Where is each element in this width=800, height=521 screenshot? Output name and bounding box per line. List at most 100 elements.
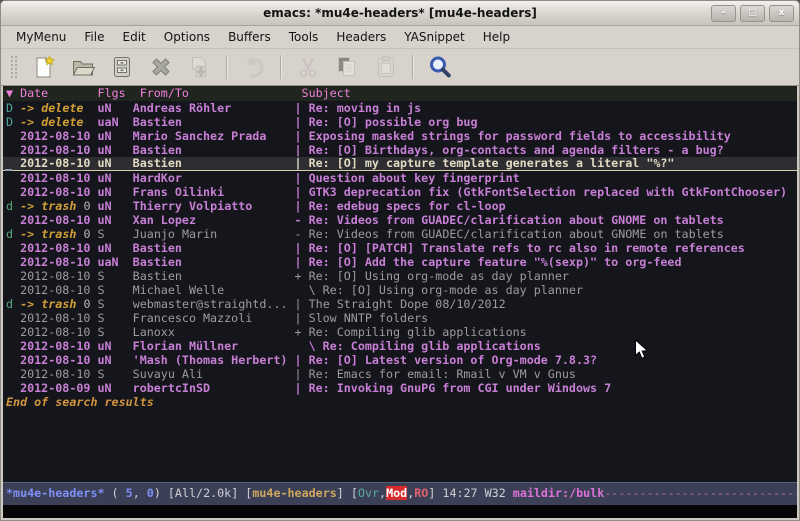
text-segment: -> delete xyxy=(20,115,83,129)
text-segment: -> delete xyxy=(20,101,83,115)
message-row[interactable]: d -> trash 0 S webmaster@straightd... | … xyxy=(3,297,797,311)
text-segment: ) [All/2.0k] [ xyxy=(154,486,253,500)
menu-buffers[interactable]: Buffers xyxy=(219,28,280,46)
text-segment: Mod xyxy=(386,486,407,500)
maximize-button[interactable]: □ xyxy=(740,5,765,22)
open-file-icon[interactable] xyxy=(63,52,102,82)
text-segment: 0 xyxy=(147,486,154,500)
message-row[interactable]: 2012-08-10 S Suvayu Ali | Re: Emacs for … xyxy=(3,367,797,381)
mode-line[interactable]: *mu4e-headers* ( 5, 0) [All/2.0k] [mu4e-… xyxy=(3,482,797,505)
new-file-icon[interactable] xyxy=(24,52,63,82)
save-buffer-icon[interactable] xyxy=(102,52,141,82)
mouse-cursor xyxy=(634,339,650,365)
text-segment: 2012-08-10 uN Mario Sanchez Prada | Expo… xyxy=(6,129,731,143)
text-segment: d xyxy=(6,297,13,311)
message-row[interactable]: 2012-08-10 uN Bastien | Re: [O] my captu… xyxy=(3,157,797,171)
title-bar[interactable]: emacs: *mu4e-headers* [mu4e-headers] -□x xyxy=(1,1,799,26)
text-segment xyxy=(83,115,97,129)
text-segment: d xyxy=(6,227,13,241)
message-row[interactable]: 2012-08-10 uN Xan Lopez - Re: Videos fro… xyxy=(3,213,797,227)
message-row[interactable]: 2012-08-10 uN Mario Sanchez Prada | Expo… xyxy=(3,129,797,143)
text-segment: uaN Bastien | Re: [O] possible org bug xyxy=(98,115,478,129)
menu-bar: MyMenuFileEditOptionsBuffersToolsHeaders… xyxy=(1,26,799,49)
text-segment: 2012-08-10 S Francesco Mazzoli | Slow NN… xyxy=(6,311,428,325)
toolbar-separator xyxy=(226,55,227,79)
close-buffer-icon[interactable] xyxy=(141,52,180,82)
menu-file[interactable]: File xyxy=(75,28,113,46)
text-segment: ] 14:27 W32 xyxy=(428,486,512,500)
text-cursor xyxy=(5,169,12,171)
message-row[interactable]: 2012-08-10 S Francesco Mazzoli | Slow NN… xyxy=(3,311,797,325)
toolbar-grip-handle[interactable] xyxy=(10,55,19,79)
copy-icon xyxy=(327,52,366,82)
message-row[interactable]: d -> trash 0 S Juanjo Marin - Re: Videos… xyxy=(3,227,797,241)
menu-mymenu[interactable]: MyMenu xyxy=(7,28,75,46)
menu-yasnippet[interactable]: YASnippet xyxy=(395,28,474,46)
message-row[interactable]: 2012-08-09 uN robertcInSD | Re: Invoking… xyxy=(3,381,797,395)
save-as-icon xyxy=(180,52,219,82)
text-segment: 2012-08-10 uN Bastien | Re: [O] my captu… xyxy=(6,157,674,170)
end-of-results-marker: End of search results xyxy=(3,395,797,409)
text-segment: -> trash xyxy=(20,297,76,311)
text-segment: 2012-08-10 S Lanoxx + Re: Compiling glib… xyxy=(6,325,527,339)
text-segment: D xyxy=(6,101,13,115)
text-segment: 5 xyxy=(126,486,133,500)
minimize-button[interactable]: - xyxy=(711,5,736,22)
message-row[interactable]: 2012-08-10 uN Florian Müllner \ Re: Comp… xyxy=(3,339,797,353)
menu-tools[interactable]: Tools xyxy=(280,28,328,46)
message-row[interactable]: 2012-08-10 S Bastien + Re: [O] Using org… xyxy=(3,269,797,283)
message-row[interactable]: 2012-08-10 uN Bastien | Re: [O] [PATCH] … xyxy=(3,241,797,255)
text-segment xyxy=(90,297,97,311)
message-row[interactable]: 2012-08-10 uN HardKor | Question about k… xyxy=(3,171,797,185)
undo-icon xyxy=(234,52,273,82)
text-segment: *mu4e-headers* xyxy=(6,486,105,500)
message-row[interactable]: 2012-08-10 S Lanoxx + Re: Compiling glib… xyxy=(3,325,797,339)
text-segment: 2012-08-10 uN Bastien | Re: [O] Birthday… xyxy=(6,143,724,157)
text-segment xyxy=(90,227,97,241)
text-segment: d xyxy=(6,199,13,213)
text-segment: 2012-08-10 uN Florian Müllner \ Re: Comp… xyxy=(6,339,541,353)
echo-area[interactable] xyxy=(3,505,797,518)
text-segment: ▼ Date Flgs From/To Subject xyxy=(6,86,351,100)
close-button[interactable]: x xyxy=(769,5,794,22)
message-row[interactable]: 2012-08-10 uN Frans Oilinki | GTK3 depre… xyxy=(3,185,797,199)
text-segment: 2012-08-10 uN HardKor | Question about k… xyxy=(6,171,520,185)
text-segment: 2012-08-10 S Suvayu Ali | Re: Emacs for … xyxy=(6,367,576,381)
text-segment: maildir:/bulk xyxy=(513,486,604,500)
menu-help[interactable]: Help xyxy=(474,28,519,46)
text-segment: RO xyxy=(414,486,428,500)
text-segment: 2012-08-10 uN Frans Oilinki | GTK3 depre… xyxy=(6,185,787,199)
text-segment: , xyxy=(133,486,147,500)
message-row[interactable]: D -> delete uN Andreas Röhler | Re: movi… xyxy=(3,101,797,115)
paste-icon xyxy=(366,52,405,82)
text-segment: ] [ xyxy=(337,486,358,500)
text-segment: S webmaster@straightd... | The Straight … xyxy=(98,297,506,311)
message-row[interactable]: D -> delete uaN Bastien | Re: [O] possib… xyxy=(3,115,797,129)
text-segment: 2012-08-09 uN robertcInSD | Re: Invoking… xyxy=(6,381,611,395)
headers-column-header[interactable]: ▼ Date Flgs From/To Subject xyxy=(3,86,797,101)
toolbar-separator xyxy=(280,55,281,79)
menu-edit[interactable]: Edit xyxy=(114,28,155,46)
window-title: emacs: *mu4e-headers* [mu4e-headers] xyxy=(263,6,537,20)
text-segment: End of search results xyxy=(6,395,154,409)
menu-headers[interactable]: Headers xyxy=(327,28,395,46)
message-row[interactable]: 2012-08-10 S Michael Welle \ Re: [O] Usi… xyxy=(3,283,797,297)
text-segment: uN Andreas Röhler | Re: moving in js xyxy=(98,101,422,115)
text-segment: ( xyxy=(105,486,126,500)
tool-bar xyxy=(1,49,799,86)
menu-options[interactable]: Options xyxy=(155,28,219,46)
text-segment: mu4e-headers xyxy=(252,486,336,500)
text-segment: 2012-08-10 uN Xan Lopez - Re: Videos fro… xyxy=(6,213,724,227)
text-segment: uN Thierry Volpiatto | Re: edebug specs … xyxy=(98,199,506,213)
message-row[interactable]: 2012-08-10 uN 'Mash (Thomas Herbert) | R… xyxy=(3,353,797,367)
text-segment: 2012-08-10 uN Bastien | Re: [O] [PATCH] … xyxy=(6,241,745,255)
text-segment: D xyxy=(6,115,13,129)
text-segment: Ovr xyxy=(358,486,379,500)
message-row[interactable]: 2012-08-10 uaN Bastien | Re: [O] Add the… xyxy=(3,255,797,269)
message-row[interactable]: d -> trash 0 uN Thierry Volpiatto | Re: … xyxy=(3,199,797,213)
window-buttons: -□x xyxy=(711,5,794,22)
cut-icon xyxy=(288,52,327,82)
search-icon[interactable] xyxy=(420,52,459,82)
text-segment: 2012-08-10 uaN Bastien | Re: [O] Add the… xyxy=(6,255,682,269)
message-row[interactable]: 2012-08-10 uN Bastien | Re: [O] Birthday… xyxy=(3,143,797,157)
